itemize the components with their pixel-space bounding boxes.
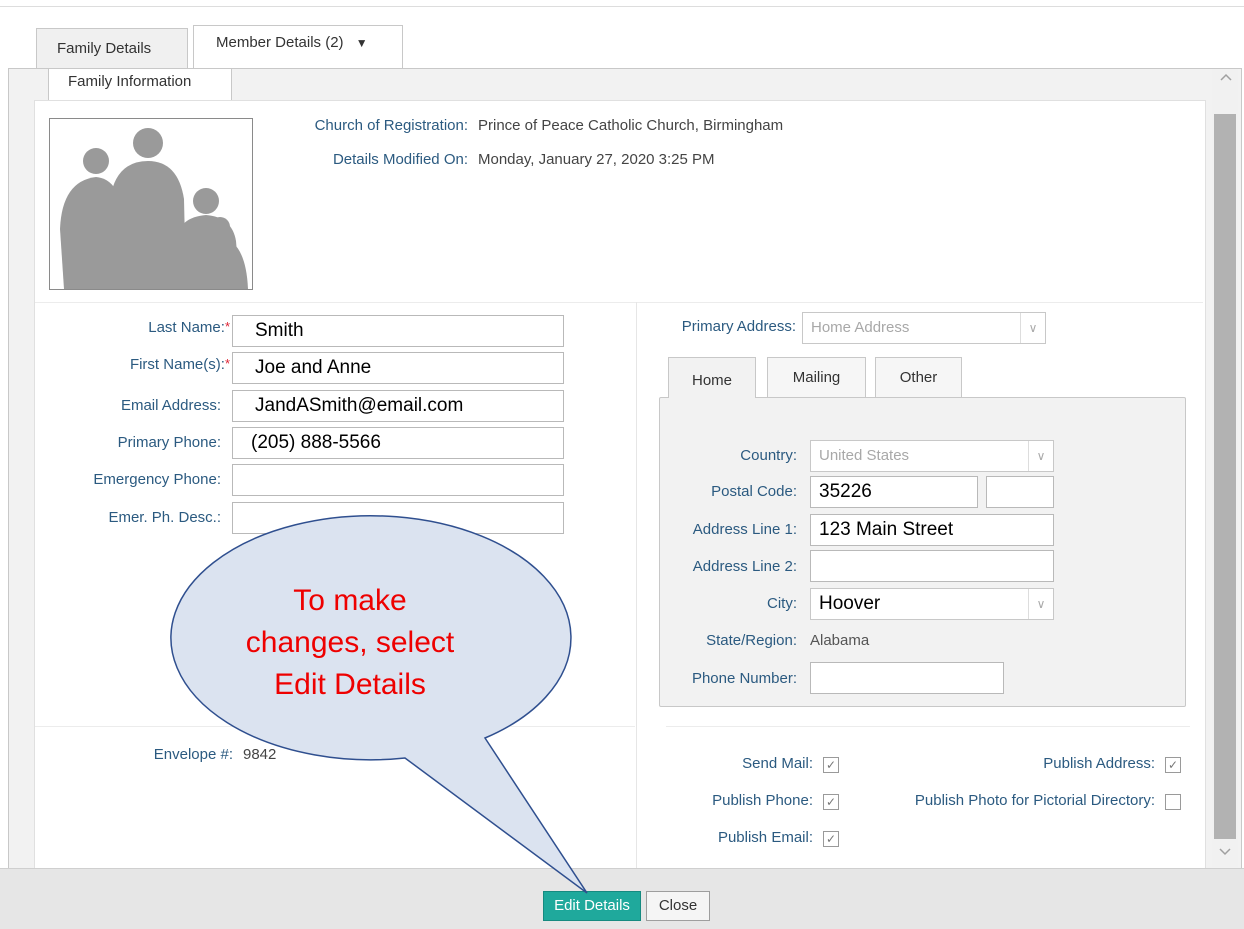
address-line1-label: Address Line 1:: [692, 521, 797, 538]
tab-home-label: Home: [691, 372, 732, 389]
church-label: Church of Registration:: [314, 117, 468, 134]
close-button[interactable]: Close: [646, 891, 710, 921]
tab-family-details[interactable]: Family Details: [36, 28, 188, 70]
publish-photo-checkbox[interactable]: [1165, 794, 1181, 810]
top-border: [0, 6, 1244, 7]
country-label: Country:: [740, 447, 797, 464]
emergency-phone-field[interactable]: [232, 464, 564, 496]
required-mark: *: [224, 356, 230, 371]
envelope-value: 9842: [243, 746, 277, 763]
scrollbar-thumb[interactable]: [1214, 114, 1236, 839]
chevron-down-icon[interactable]: ▼: [356, 36, 368, 50]
lower-divider-left: [35, 726, 635, 727]
first-name-field[interactable]: Joe and Anne: [232, 352, 564, 384]
city-label: City:: [767, 595, 797, 612]
publish-email-label: Publish Email:: [717, 829, 813, 846]
tab-member-details[interactable]: Member Details (2) ▼: [193, 25, 403, 69]
family-photo[interactable]: [49, 118, 253, 290]
country-value: United States: [819, 447, 910, 464]
postal-code-ext-field[interactable]: [986, 476, 1054, 508]
postal-code-field[interactable]: 35226: [810, 476, 978, 508]
tab-other-label: Other: [899, 369, 938, 386]
modified-label: Details Modified On:: [332, 151, 468, 168]
publish-phone-label: Publish Phone:: [712, 792, 813, 809]
required-mark: *: [224, 319, 230, 334]
publish-address-label: Publish Address:: [1043, 755, 1155, 772]
column-divider: [636, 302, 637, 868]
address-line2-field[interactable]: [810, 550, 1054, 582]
tab-other-address[interactable]: Other: [875, 357, 962, 397]
primary-address-value: Home Address: [811, 319, 910, 336]
city-value: Hoover: [819, 593, 881, 614]
last-name-label: Last Name:*: [148, 319, 230, 336]
emer-desc-label: Emer. Ph. Desc.:: [108, 509, 221, 526]
send-mail-checkbox[interactable]: ✓: [823, 757, 839, 773]
publish-photo-label: Publish Photo for Pictorial Directory:: [914, 792, 1155, 809]
country-select[interactable]: United States ∨: [810, 440, 1054, 472]
callout-line-2: changes, select: [245, 626, 455, 659]
edit-details-button[interactable]: Edit Details: [543, 891, 641, 921]
callout-line-3: Edit Details: [274, 668, 426, 701]
publish-email-checkbox[interactable]: ✓: [823, 831, 839, 847]
emergency-phone-label: Emergency Phone:: [93, 471, 221, 488]
tab-member-details-label: Member Details (2): [216, 34, 344, 51]
envelope-label: Envelope #:: [153, 746, 233, 763]
callout-line-1: To make: [293, 584, 407, 617]
state-label: State/Region:: [706, 632, 797, 649]
primary-address-select[interactable]: Home Address ∨: [802, 312, 1046, 344]
lower-divider-right: [666, 726, 1190, 727]
last-name-field[interactable]: Smith: [232, 315, 564, 347]
state-value: Alabama: [810, 632, 870, 649]
church-value: Prince of Peace Catholic Church, Birming…: [478, 117, 784, 134]
chevron-down-icon[interactable]: ∨: [1028, 441, 1053, 471]
modified-value: Monday, January 27, 2020 3:25 PM: [478, 151, 715, 168]
email-field[interactable]: JandASmith@email.com: [232, 390, 564, 422]
scroll-up-icon[interactable]: [1218, 70, 1234, 86]
scroll-down-icon[interactable]: [1218, 845, 1234, 861]
address-phone-field[interactable]: [810, 662, 1004, 694]
address-phone-label: Phone Number:: [691, 670, 797, 687]
tab-mailing-label: Mailing: [792, 369, 841, 386]
publish-address-checkbox[interactable]: ✓: [1165, 757, 1181, 773]
tab-family-information[interactable]: Family Information: [48, 68, 232, 100]
email-label: Email Address:: [120, 397, 221, 414]
callout-text: To make changes, select Edit Details: [190, 580, 510, 706]
section-divider: [35, 302, 1203, 303]
city-select[interactable]: Hoover ∨: [810, 588, 1054, 620]
primary-address-label: Primary Address:: [681, 318, 796, 335]
active-tab-connector: [669, 395, 755, 399]
tab-family-information-label: Family Information: [68, 73, 192, 90]
tab-mailing-address[interactable]: Mailing: [767, 357, 866, 397]
publish-phone-checkbox[interactable]: ✓: [823, 794, 839, 810]
address-line2-label: Address Line 2:: [692, 558, 797, 575]
tab-family-details-label: Family Details: [57, 40, 152, 57]
family-silhouette-icon: [60, 128, 248, 289]
emer-desc-field[interactable]: [232, 502, 564, 534]
primary-phone-label: Primary Phone:: [117, 434, 221, 451]
chevron-down-icon[interactable]: ∨: [1028, 589, 1053, 619]
send-mail-label: Send Mail:: [742, 755, 813, 772]
postal-code-label: Postal Code:: [711, 483, 797, 500]
tab-home-address[interactable]: Home: [668, 357, 756, 398]
chevron-down-icon[interactable]: ∨: [1020, 313, 1045, 343]
address-line1-field[interactable]: 123 Main Street: [810, 514, 1054, 546]
first-name-label: First Name(s):*: [129, 356, 230, 373]
primary-phone-field[interactable]: (205) 888-5566: [232, 427, 564, 459]
